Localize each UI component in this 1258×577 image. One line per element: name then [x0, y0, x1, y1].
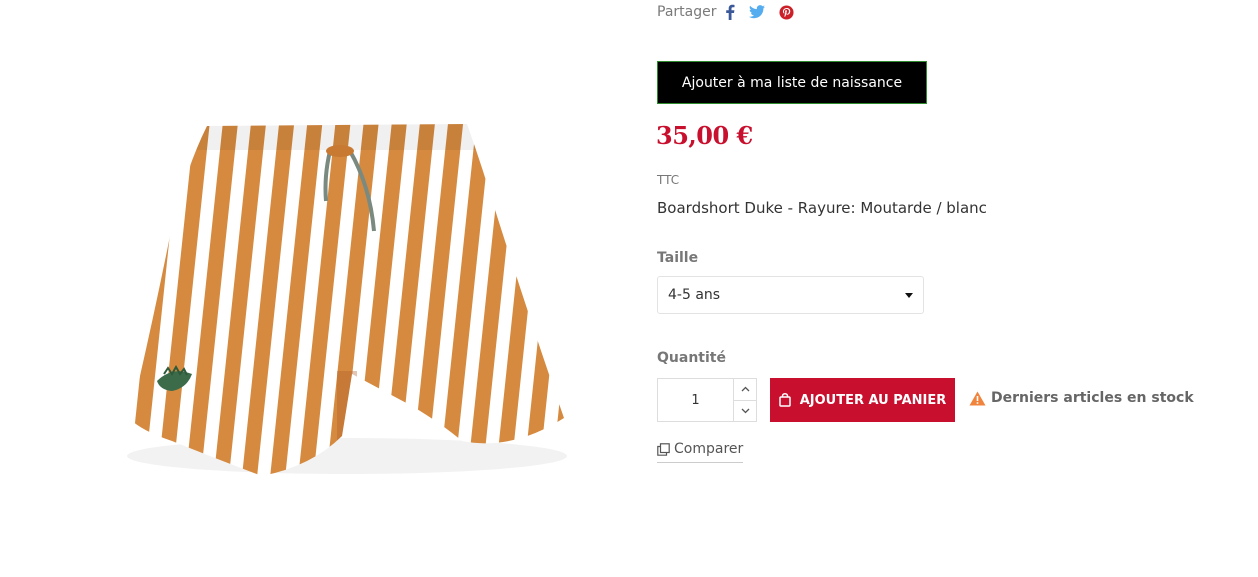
facebook-icon[interactable] — [725, 4, 735, 20]
share-bar: Partager — [657, 4, 808, 20]
size-select[interactable]: 4-5 ans — [657, 276, 924, 314]
quantity-stepper: 1 — [657, 378, 757, 422]
add-to-birth-list-button[interactable]: Ajouter à ma liste de naissance — [657, 61, 927, 104]
shopping-bag-icon — [778, 393, 791, 407]
quantity-decrease-button[interactable] — [734, 399, 756, 422]
chevron-down-icon — [741, 408, 749, 414]
stock-warning: Derniers articles en stock — [969, 390, 1194, 406]
product-image[interactable] — [112, 106, 582, 491]
add-to-cart-label: AJOUTER AU PANIER — [799, 392, 947, 408]
share-label: Partager — [657, 4, 717, 20]
twitter-icon[interactable] — [749, 5, 766, 19]
quantity-increase-button[interactable] — [734, 379, 756, 400]
product-price: 35,00 € — [656, 121, 753, 150]
tax-label: TTC — [657, 173, 680, 187]
quantity-input[interactable]: 1 — [658, 379, 734, 421]
compare-link[interactable]: Comparer — [657, 441, 744, 463]
quantity-label: Quantité — [657, 350, 726, 366]
product-description: Boardshort Duke - Rayure: Moutarde / bla… — [657, 199, 987, 217]
stock-warning-label: Derniers articles en stock — [991, 390, 1194, 406]
caret-down-icon — [905, 292, 913, 298]
compare-label: Comparer — [674, 441, 744, 457]
chevron-up-icon — [741, 386, 749, 392]
copy-icon — [657, 442, 670, 456]
size-selected-value: 4-5 ans — [668, 287, 721, 303]
warning-icon — [969, 391, 986, 406]
size-label: Taille — [657, 250, 699, 266]
add-to-cart-button[interactable]: AJOUTER AU PANIER — [770, 378, 955, 422]
pinterest-icon[interactable] — [779, 4, 795, 20]
